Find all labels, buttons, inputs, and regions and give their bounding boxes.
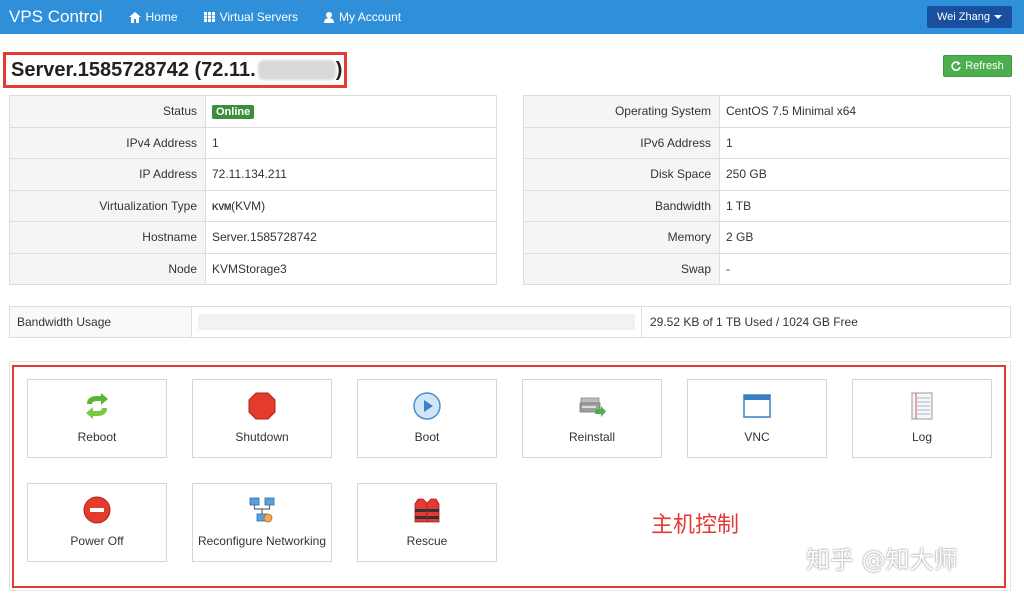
- bandwidth-value: 1 TB: [719, 189, 1011, 222]
- memory-label: Memory: [523, 221, 720, 254]
- nav-my-account-label: My Account: [339, 10, 402, 24]
- node-value: KVMStorage3: [205, 252, 497, 285]
- hostname-label: Hostname: [9, 221, 206, 254]
- rescue-label: Rescue: [406, 534, 448, 548]
- disk-space-label: Disk Space: [523, 158, 720, 191]
- vnc-button[interactable]: VNC: [687, 379, 827, 458]
- status-badge: Online: [212, 104, 255, 119]
- user-name: Wei Zhang: [937, 11, 990, 23]
- boot-icon: [412, 391, 442, 421]
- table-row: IPv4 Address 1: [9, 126, 497, 159]
- refresh-button[interactable]: Refresh: [943, 55, 1012, 77]
- swap-value: -: [719, 252, 1011, 285]
- server-info-table-right: Operating System CentOS 7.5 Minimal x64 …: [523, 95, 1011, 285]
- os-value: CentOS 7.5 Minimal x64: [719, 95, 1011, 128]
- bandwidth-usage-label: Bandwidth Usage: [10, 307, 192, 337]
- ip-address-label: IP Address: [9, 158, 206, 191]
- page-title: Server.1585728742 (72.11.: [11, 58, 256, 81]
- vnc-icon: [742, 391, 772, 421]
- virtualization-type-value: (KVM): [231, 198, 266, 213]
- reinstall-label: Reinstall: [568, 430, 616, 444]
- swap-label: Swap: [523, 252, 720, 285]
- node-label: Node: [9, 252, 206, 285]
- reinstall-icon: [577, 391, 607, 421]
- power-off-icon: [82, 495, 112, 525]
- table-row: IPv6 Address 1: [523, 126, 1011, 159]
- page-title-highlight: Server.1585728742 (72.11. ): [3, 52, 347, 88]
- vnc-label: VNC: [744, 430, 770, 444]
- table-row: Virtualization Type KVM(KVM): [9, 189, 497, 222]
- boot-label: Boot: [414, 430, 440, 444]
- bandwidth-usage-text: 29.52 KB of 1 TB Used / 1024 GB Free: [650, 315, 858, 329]
- table-row: Memory 2 GB: [523, 221, 1011, 254]
- grid-icon: [203, 12, 215, 22]
- user-menu-button[interactable]: Wei Zhang: [927, 6, 1012, 28]
- table-row: IP Address 72.11.134.211: [9, 158, 497, 191]
- table-row: Operating System CentOS 7.5 Minimal x64: [523, 95, 1011, 128]
- rescue-icon: [412, 495, 442, 525]
- refresh-label: Refresh: [965, 60, 1004, 72]
- log-button[interactable]: Log: [852, 379, 992, 458]
- reconfigure-networking-button[interactable]: Reconfigure Networking: [192, 483, 332, 562]
- nav-home[interactable]: Home: [128, 10, 178, 24]
- bandwidth-usage-row: Bandwidth Usage 29.52 KB of 1 TB Used / …: [9, 306, 1011, 338]
- reboot-label: Reboot: [77, 430, 117, 444]
- server-info-table-left: Status Online IPv4 Address 1 IP Address …: [9, 95, 497, 285]
- ipv6-label: IPv6 Address: [523, 126, 720, 159]
- brand-logo[interactable]: VPS Control: [9, 7, 103, 27]
- ipv6-value: 1: [719, 126, 1011, 159]
- chevron-down-icon: [994, 15, 1002, 19]
- reboot-icon: [82, 391, 112, 421]
- table-row: Bandwidth 1 TB: [523, 189, 1011, 222]
- reconfigure-networking-label: Reconfigure Networking: [197, 534, 327, 548]
- ipv4-label: IPv4 Address: [9, 126, 206, 159]
- shutdown-button[interactable]: Shutdown: [192, 379, 332, 458]
- page-title-suffix: ): [335, 58, 343, 81]
- top-navbar: VPS Control Home Virtual Servers My Acco…: [0, 0, 1024, 34]
- status-label: Status: [9, 95, 206, 128]
- home-icon: [128, 11, 141, 23]
- kvm-logo-icon: KVM: [212, 201, 232, 212]
- log-label: Log: [911, 430, 933, 444]
- table-row: Swap -: [523, 252, 1011, 285]
- reboot-button[interactable]: Reboot: [27, 379, 167, 458]
- table-row: Node KVMStorage3: [9, 252, 497, 285]
- user-icon: [324, 11, 335, 23]
- bandwidth-label: Bandwidth: [523, 189, 720, 222]
- power-off-button[interactable]: Power Off: [27, 483, 167, 562]
- nav-home-label: Home: [145, 10, 178, 24]
- shutdown-icon: [247, 391, 277, 421]
- redacted-ip-blur: [257, 60, 336, 80]
- memory-value: 2 GB: [719, 221, 1011, 254]
- hostname-value: Server.1585728742: [205, 221, 497, 254]
- nav-virtual-servers[interactable]: Virtual Servers: [203, 10, 299, 24]
- ip-address-value: 72.11.134.211: [205, 158, 497, 191]
- refresh-icon: [951, 61, 962, 71]
- os-label: Operating System: [523, 95, 720, 128]
- watermark: 知乎 @知大师: [806, 546, 958, 574]
- shutdown-label: Shutdown: [235, 430, 289, 444]
- boot-button[interactable]: Boot: [357, 379, 497, 458]
- power-off-label: Power Off: [70, 534, 124, 548]
- table-row: Disk Space 250 GB: [523, 158, 1011, 191]
- rescue-button[interactable]: Rescue: [357, 483, 497, 562]
- table-row: Status Online: [9, 95, 497, 128]
- virtualization-type-label: Virtualization Type: [9, 189, 206, 222]
- host-control-annotation: 主机控制: [651, 513, 740, 538]
- log-icon: [907, 391, 937, 421]
- nav-my-account[interactable]: My Account: [324, 10, 401, 24]
- bandwidth-progress-bar: [198, 314, 635, 330]
- nav-virtual-servers-label: Virtual Servers: [219, 10, 299, 24]
- disk-space-value: 250 GB: [719, 158, 1011, 191]
- table-row: Hostname Server.1585728742: [9, 221, 497, 254]
- ipv4-value: 1: [205, 126, 497, 159]
- reinstall-button[interactable]: Reinstall: [522, 379, 662, 458]
- network-icon: [247, 495, 277, 525]
